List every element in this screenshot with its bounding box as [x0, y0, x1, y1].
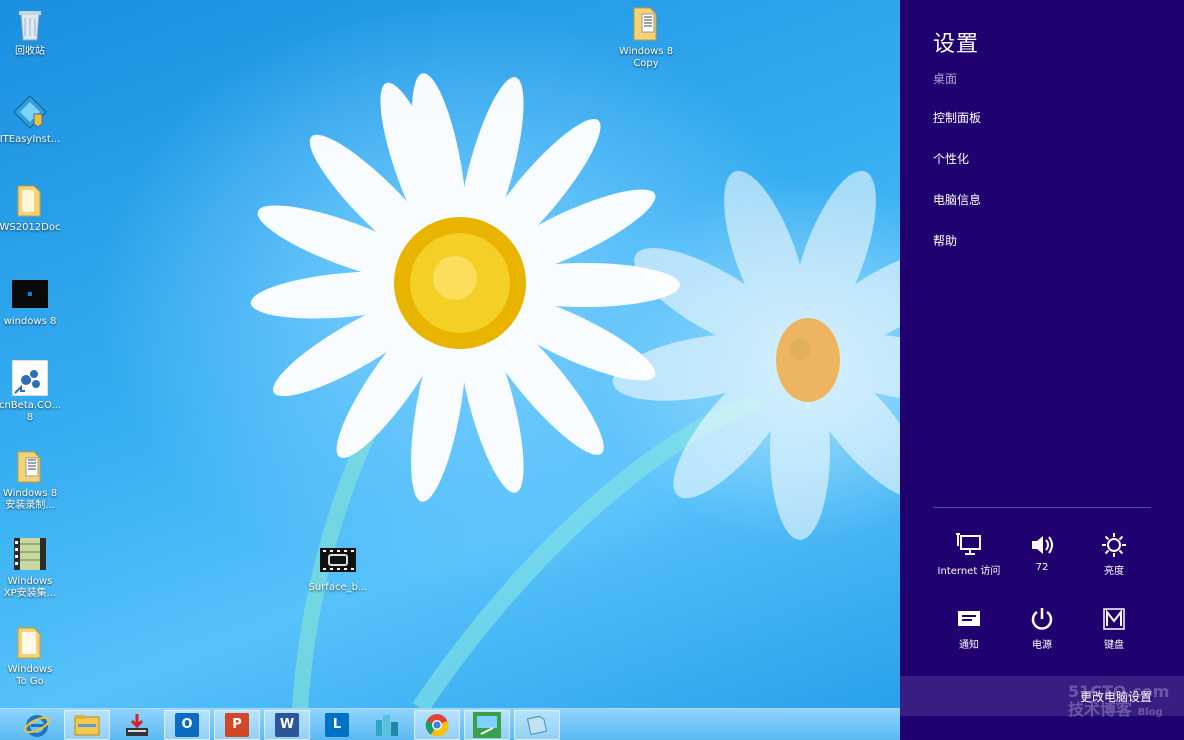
folder-icon — [12, 182, 48, 218]
tile-label: 电源 — [1032, 640, 1052, 651]
tile-internet-access[interactable]: Internet 访问 — [933, 530, 1005, 577]
desktop-icon-label: Surface_b... — [308, 582, 368, 593]
taskbar-lync[interactable]: L — [314, 710, 360, 740]
video-file-icon — [320, 542, 356, 578]
tile-notifications[interactable]: 通知 — [933, 604, 1005, 651]
city-buildings-icon — [376, 714, 398, 736]
tile-label: 通知 — [959, 640, 979, 651]
tile-power[interactable]: 电源 — [1006, 604, 1078, 651]
desktop-icon-ws2012doc[interactable]: WS2012Doc — [0, 182, 62, 234]
file-explorer-icon — [74, 714, 100, 735]
taskbar-powerpoint[interactable]: P — [214, 709, 260, 740]
remote-desktop-icon — [473, 711, 501, 738]
desktop-icon-label: 回收站 — [15, 46, 45, 57]
notes-icon — [526, 715, 548, 735]
desktop-icon-label: ITEasyInst... — [0, 134, 61, 145]
taskbar-city-app[interactable] — [364, 710, 410, 740]
power-icon — [1031, 608, 1053, 630]
folder-icon — [12, 624, 48, 660]
desktop-icon-label: Windows To Go — [7, 664, 53, 687]
daisy-illustration — [250, 73, 900, 708]
desktop-icon-label: windows 8 — [3, 316, 57, 327]
internet-explorer-icon — [24, 714, 50, 737]
watermark: 51CTO.com 技术博客 Blog — [1068, 683, 1169, 722]
taskbar-remote-desktop[interactable] — [464, 709, 510, 740]
desktop-icon-windows8-recording[interactable]: Windows 8 安装录制... — [0, 448, 62, 512]
volume-icon — [1032, 536, 1053, 554]
lync-icon: L — [325, 712, 349, 737]
installer-icon — [12, 94, 48, 130]
desktop-icon-cnbeta[interactable]: cnBeta.CO... 8 — [0, 359, 62, 424]
desktop-icon-label: Windows 8 Copy — [618, 46, 674, 69]
tile-keyboard[interactable]: 键盘 — [1078, 604, 1150, 651]
desktop-icon-label: WS2012Doc — [0, 222, 61, 233]
word-icon: W — [275, 712, 299, 737]
charm-menu: 控制面板 个性化 电脑信息 帮助 — [933, 110, 981, 274]
charm-divider — [933, 507, 1151, 508]
charm-title: 设置 — [933, 32, 980, 57]
taskbar-outlook[interactable]: O — [164, 709, 210, 740]
taskbar-internet-explorer[interactable] — [14, 710, 60, 740]
video-thumbnail-icon — [12, 276, 48, 312]
taskbar-download-tool[interactable] — [114, 710, 160, 740]
charm-context-label: 桌面 — [933, 72, 958, 86]
video-file-icon — [12, 536, 48, 572]
desktop-icon-label: Windows 8 安装录制... — [2, 488, 58, 511]
folder-icon — [628, 6, 664, 42]
powerpoint-icon: P — [225, 712, 249, 737]
taskbar: O P W L — [0, 708, 900, 740]
watermark-line: 51CTO.com — [1068, 682, 1170, 701]
desktop-icon-surface[interactable]: Surface_b... — [306, 542, 370, 594]
notifications-icon — [958, 611, 980, 626]
recycle-bin-icon — [12, 6, 48, 42]
tile-label: 亮度 — [1104, 566, 1124, 577]
chrome-icon — [425, 713, 449, 737]
charm-menu-help[interactable]: 帮助 — [933, 233, 981, 274]
desktop-icon-recycle-bin[interactable]: 回收站 — [0, 6, 62, 58]
desktop-icon-label: cnBeta.CO... 8 — [0, 400, 62, 423]
desktop-icon-iteasyinst[interactable]: ITEasyInst... — [0, 94, 62, 146]
tile-label: 键盘 — [1104, 640, 1124, 651]
desktop-icon-windows-to-go[interactable]: Windows To Go — [0, 624, 62, 688]
charm-menu-pc-info[interactable]: 电脑信息 — [933, 192, 981, 233]
taskbar-file-explorer[interactable] — [64, 709, 110, 740]
desktop-icon-label: Windows XP安装集... — [3, 576, 57, 599]
tile-label: 72 — [1035, 562, 1049, 573]
charm-menu-personalization[interactable]: 个性化 — [933, 151, 981, 192]
download-icon — [126, 713, 148, 736]
keyboard-icon — [1103, 608, 1125, 630]
desktop-icon-windows8-video[interactable]: windows 8 — [0, 276, 62, 328]
tile-brightness[interactable]: 亮度 — [1078, 530, 1150, 577]
folder-icon — [12, 448, 48, 484]
taskbar-notes-app[interactable] — [514, 709, 560, 740]
network-icon — [956, 533, 981, 555]
watermark-line: 技术博客 — [1068, 700, 1133, 719]
taskbar-chrome[interactable] — [414, 709, 460, 740]
desktop-icon-windows-xp-install[interactable]: Windows XP安装集... — [0, 536, 62, 600]
shortcut-icon — [11, 359, 49, 397]
taskbar-word[interactable]: W — [264, 709, 310, 740]
brightness-icon — [1102, 533, 1126, 557]
charm-menu-control-panel[interactable]: 控制面板 — [933, 110, 981, 151]
desktop-icon-windows8-copy[interactable]: Windows 8 Copy — [614, 6, 678, 70]
desktop-wallpaper — [0, 0, 900, 708]
tile-label: Internet 访问 — [937, 566, 1001, 577]
settings-charm-panel: 设置 桌面 控制面板 个性化 电脑信息 帮助 Internet 访问 72 亮度 — [900, 0, 1184, 740]
watermark-line: Blog — [1137, 707, 1163, 718]
outlook-icon: O — [175, 712, 199, 737]
tile-volume[interactable]: 72 — [1006, 530, 1078, 573]
